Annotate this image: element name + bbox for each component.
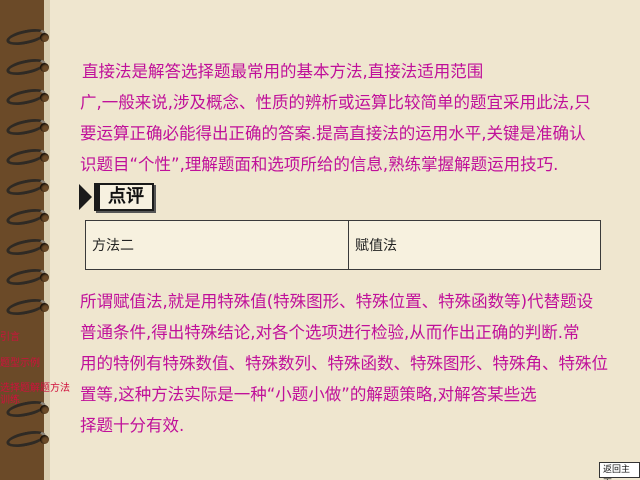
text-line: 要运算正确必能得出正确的答案.提高直接法的运用水平,关键是准确认	[80, 124, 586, 143]
slide: 直接法是解答选择题最常用的基本方法,直接法适用范围 广,一般来说,涉及概念、性质…	[0, 0, 640, 480]
nav-link-example[interactable]: 题型示例	[0, 358, 40, 370]
spiral-ring-icon	[4, 235, 52, 259]
nav-link-practice[interactable]: 选择题解题方法训练	[0, 383, 70, 407]
spiral-ring-icon	[4, 265, 52, 289]
text-line: 用的特例有特殊数值、特殊数列、特殊函数、特殊图形、特殊角、特殊位	[80, 354, 608, 373]
text-line: 识题目“个性”,理解题面和选项所给的信息,熟练掌握解题运用技巧.	[80, 155, 559, 174]
spiral-ring-icon	[4, 175, 52, 199]
direct-method-paragraph: 直接法是解答选择题最常用的基本方法,直接法适用范围 广,一般来说,涉及概念、性质…	[80, 56, 630, 180]
text-line: 所谓赋值法,就是用特殊值(特殊图形、特殊位置、特殊函数等)代替题设	[80, 292, 594, 311]
comment-label: 点评	[79, 183, 154, 211]
spiral-ring-icon	[4, 427, 52, 451]
spiral-binding	[0, 0, 60, 480]
assignment-method-paragraph: 所谓赋值法,就是用特殊值(特殊图形、特殊位置、特殊函数等)代替题设 普通条件,得…	[80, 286, 640, 441]
text-line: 置等,这种方法实际是一种“小题小做”的解题策略,对解答某些选	[80, 385, 537, 404]
triangle-icon	[79, 184, 92, 210]
text-line: 直接法是解答选择题最常用的基本方法,直接法适用范围	[82, 62, 484, 81]
table-row: 方法二 赋值法	[85, 220, 601, 270]
spiral-ring-icon	[4, 205, 52, 229]
back-home-button[interactable]: 返回主页	[599, 462, 640, 480]
text-line: 择题十分有效.	[80, 416, 185, 435]
text-line: 普通条件,得出特殊结论,对各个选项进行检验,从而作出正确的判断.常	[80, 323, 580, 342]
spiral-ring-icon	[4, 145, 52, 169]
method-name-cell: 方法二	[85, 220, 349, 270]
spiral-ring-icon	[4, 295, 52, 319]
spiral-ring-icon	[4, 55, 52, 79]
nav-link-intro[interactable]: 引言	[0, 332, 20, 344]
method-value-cell: 赋值法	[348, 220, 601, 270]
method-table: 方法二 赋值法	[85, 220, 601, 270]
text-line: 广,一般来说,涉及概念、性质的辨析或运算比较简单的题宜采用此法,只	[80, 93, 591, 112]
spiral-ring-icon	[4, 85, 52, 109]
comment-label-text: 点评	[94, 183, 154, 211]
spiral-ring-icon	[4, 115, 52, 139]
spiral-ring-icon	[4, 25, 52, 49]
